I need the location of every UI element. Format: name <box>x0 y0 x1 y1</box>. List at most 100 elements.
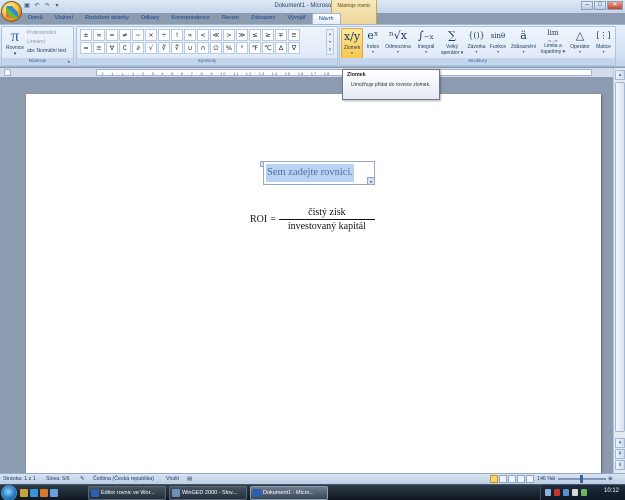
symbol-button[interactable]: ∁ <box>119 42 131 54</box>
funkce-button[interactable]: sinθ Funkce ▾ <box>488 28 508 59</box>
symbol-button[interactable]: ± <box>80 29 92 41</box>
equation-placeholder-box[interactable]: Sem zadejte rovnici. ▾ <box>260 161 375 185</box>
maximize-button[interactable]: □ <box>594 1 606 10</box>
minimize-button[interactable]: – <box>581 1 593 10</box>
ie-icon[interactable] <box>30 489 38 497</box>
symbol-button[interactable]: % <box>223 42 235 54</box>
status-words[interactable]: Slova: 5/6 <box>46 474 70 484</box>
symbol-button[interactable]: ℃ <box>262 42 274 54</box>
task-winged[interactable]: WinGED 2000 - Slov... <box>169 486 247 500</box>
symbol-button[interactable]: ∝ <box>184 29 196 41</box>
tab-domu[interactable]: Domů <box>22 13 49 24</box>
symbol-button[interactable]: ∂ <box>132 42 144 54</box>
symbol-button[interactable]: ≥ <box>262 29 274 41</box>
symbol-button[interactable]: ∅ <box>210 42 222 54</box>
show-desktop-icon[interactable] <box>20 489 28 497</box>
zavorka-button[interactable]: {()} Závorka ▾ <box>466 28 487 59</box>
symbol-button[interactable]: ≈ <box>80 42 92 54</box>
symbol-button[interactable]: ∪ <box>184 42 196 54</box>
switch-windows-icon[interactable] <box>50 489 58 497</box>
scroll-thumb[interactable] <box>615 82 625 432</box>
zlomek-button[interactable]: x/y Zlomek ▾ <box>341 28 363 59</box>
symbol-button[interactable]: ≤ <box>249 29 261 41</box>
symbol-button[interactable]: ℉ <box>249 42 261 54</box>
print-layout-view-icon[interactable] <box>490 475 498 483</box>
symbol-button[interactable]: ∇ <box>288 42 300 54</box>
symbol-button[interactable]: < <box>197 29 209 41</box>
previous-page-button[interactable]: ⇞ <box>615 449 625 459</box>
network-icon[interactable] <box>563 489 569 496</box>
equation-placeholder-text[interactable]: Sem zadejte rovnici. <box>266 164 355 182</box>
tab-vyvojar[interactable]: Vývojář <box>282 13 312 24</box>
dialog-launcher-icon[interactable]: ⬊ <box>67 59 72 64</box>
symbol-button[interactable]: = <box>106 29 118 41</box>
tab-selector-icon[interactable] <box>4 69 11 76</box>
symbol-button[interactable]: ≅ <box>288 29 300 41</box>
symbol-button[interactable]: ∓ <box>275 29 287 41</box>
equation-move-handle[interactable] <box>260 161 264 167</box>
limita-button[interactable]: lim n→∞ Limita a logaritmy ▾ <box>539 28 567 59</box>
rovnice-button[interactable]: π Rovnice ▾ <box>4 28 26 58</box>
proofing-icon[interactable]: ✎ <box>80 474 84 484</box>
tab-rozlozeni-stranky[interactable]: Rozložení stránky <box>79 13 135 24</box>
zdurazneni-button[interactable]: ä Zdůraznění ▾ <box>509 28 538 59</box>
symbol-button[interactable]: ≪ <box>210 29 222 41</box>
symbol-button[interactable]: × <box>145 29 157 41</box>
symbol-button[interactable]: ° <box>236 42 248 54</box>
symbol-button[interactable]: ∩ <box>197 42 209 54</box>
integral-button[interactable]: ∫₋ₓ Integrál ▾ <box>414 28 438 59</box>
power-icon[interactable] <box>581 489 587 496</box>
symbol-button[interactable]: > <box>223 29 235 41</box>
tab-zobrazeni[interactable]: Zobrazení <box>245 13 282 24</box>
symbol-button[interactable]: ~ <box>132 29 144 41</box>
tab-odkazy[interactable]: Odkazy <box>135 13 166 24</box>
tab-navrh[interactable]: Návrh <box>311 13 341 24</box>
macro-record-icon[interactable]: ▤ <box>187 474 192 484</box>
matice-button[interactable]: [⋮] Matice ▾ <box>593 28 614 59</box>
symbol-button[interactable]: ∜ <box>171 42 183 54</box>
vertical-scrollbar[interactable]: ▴ ▾ ⇞ ⇟ <box>613 68 625 473</box>
symbol-button[interactable]: ≠ <box>119 29 131 41</box>
language-icon[interactable] <box>545 489 551 496</box>
option-normalni-text[interactable]: abc Normální text <box>27 47 66 55</box>
outline-view-icon[interactable] <box>517 475 525 483</box>
web-layout-view-icon[interactable] <box>508 475 516 483</box>
full-screen-view-icon[interactable] <box>499 475 507 483</box>
next-page-button[interactable]: ⇟ <box>615 460 625 470</box>
task-dokument1[interactable]: Dokument1 - Micro... <box>250 486 328 500</box>
option-profesionalni[interactable]: Profesionální <box>27 29 56 37</box>
tab-vlozeni[interactable]: Vložení <box>49 13 79 24</box>
status-mode[interactable]: Vložit <box>166 474 179 484</box>
zoom-level[interactable]: 146 % <box>537 474 552 484</box>
symbol-button[interactable]: ≡ <box>93 42 105 54</box>
odmocnina-button[interactable]: ⁿ√x Odmocnina ▾ <box>383 28 413 59</box>
tab-revize[interactable]: Revize <box>216 13 245 24</box>
symbol-button[interactable]: ∆ <box>275 42 287 54</box>
symbols-gallery-scroll[interactable]: ▴ ▾ ⊽ <box>326 29 334 55</box>
start-button[interactable] <box>1 485 17 500</box>
antivirus-icon[interactable] <box>554 489 560 496</box>
roi-formula[interactable]: ROI = čistý zisk investovaný kapitál <box>250 202 375 236</box>
symbol-button[interactable]: ÷ <box>158 29 170 41</box>
task-editor-rovnic[interactable]: Editor rovnic ve Wor... <box>88 486 166 500</box>
zoom-slider-knob[interactable] <box>580 475 583 483</box>
zoom-out-icon[interactable]: ⊖ <box>551 474 555 484</box>
clock[interactable]: 10:12 <box>604 488 619 494</box>
symbol-button[interactable]: ∛ <box>158 42 170 54</box>
symbol-button[interactable]: ∀ <box>106 42 118 54</box>
status-page[interactable]: Stránka: 1 z 1 <box>3 474 36 484</box>
draft-view-icon[interactable] <box>526 475 534 483</box>
scroll-up-button[interactable]: ▴ <box>615 70 625 80</box>
media-player-icon[interactable] <box>40 489 48 497</box>
operator-button[interactable]: △ Operátor ▾ <box>568 28 592 59</box>
office-button[interactable] <box>1 1 22 22</box>
document-page[interactable]: Sem zadejte rovnici. ▾ ROI = čistý zisk … <box>26 94 601 484</box>
symbol-button[interactable]: ≫ <box>236 29 248 41</box>
symbol-button[interactable]: √ <box>145 42 157 54</box>
velky-operator-button[interactable]: ∑ Velký operátor ▾ <box>439 28 465 59</box>
close-button[interactable]: ✕ <box>607 1 623 10</box>
symbol-button[interactable]: ! <box>171 29 183 41</box>
status-language[interactable]: Čeština (Česká republika) <box>93 474 154 484</box>
symbol-button[interactable]: ∞ <box>93 29 105 41</box>
index-button[interactable]: eˣ Index ▾ <box>364 28 382 59</box>
